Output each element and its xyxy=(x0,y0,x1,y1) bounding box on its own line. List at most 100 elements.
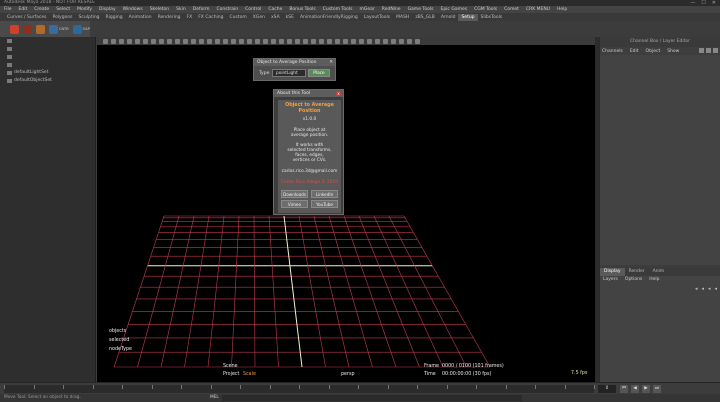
channel-box-menu-show[interactable]: Show xyxy=(667,49,679,54)
shelf-tab-zbs-glb[interactable]: zBS_GLB xyxy=(412,14,438,21)
brush-icon[interactable] xyxy=(23,24,32,34)
oap-icon[interactable] xyxy=(72,24,82,34)
viewport-tool-icon[interactable] xyxy=(383,38,388,44)
viewport-tool-icon[interactable] xyxy=(375,38,380,44)
shelf-tab-animation[interactable]: Animation xyxy=(126,14,155,21)
shelf-tab-layouttools[interactable]: LayoutTools xyxy=(361,14,393,21)
play-forwards-button[interactable]: ▶ xyxy=(642,385,650,393)
viewport[interactable]: objects selected nodeType Scene Project … xyxy=(97,45,595,382)
viewport-tool-icon[interactable] xyxy=(119,38,124,44)
viewport-tool-icon[interactable] xyxy=(151,38,156,44)
layer-menu-options[interactable]: Options xyxy=(625,276,642,284)
menu-epic-games[interactable]: Epic Games xyxy=(440,7,467,12)
viewport-tool-icon[interactable] xyxy=(367,38,372,44)
menu-create[interactable]: Create xyxy=(34,7,49,12)
shelf-tab-animationfriendlyrigging[interactable]: AnimationFriendlyRigging xyxy=(297,14,361,21)
menu-crk-menu[interactable]: CRK MENU xyxy=(526,7,550,12)
shelf-tab-mash[interactable]: MASH xyxy=(393,14,412,21)
menu-file[interactable]: File xyxy=(4,7,12,12)
command-line-input[interactable] xyxy=(222,395,522,401)
channel-box-menu-object[interactable]: Object xyxy=(646,49,661,54)
menu-cgm-tools[interactable]: CGM Tools xyxy=(474,7,497,12)
layer-down-icon[interactable]: ◂ xyxy=(701,286,704,292)
go-to-start-button[interactable]: ⏮ xyxy=(620,385,628,393)
viewport-tool-icon[interactable] xyxy=(407,38,412,44)
viewport-tool-icon[interactable] xyxy=(399,38,404,44)
shelf-tab-curves-surfaces[interactable]: Curves / Surfaces xyxy=(4,14,50,21)
menu-custom-tools[interactable]: Custom Tools xyxy=(323,7,353,12)
about-close-icon[interactable]: x xyxy=(336,91,341,96)
toggle-icon[interactable] xyxy=(706,48,711,53)
viewport-tool-icon[interactable] xyxy=(167,38,172,44)
viewport-tool-icon[interactable] xyxy=(199,38,204,44)
channel-box-menu-channels[interactable]: Channels xyxy=(602,49,623,54)
center-icon[interactable] xyxy=(49,24,58,34)
viewport-tool-icon[interactable] xyxy=(415,38,420,44)
layer-menu-help[interactable]: Help xyxy=(649,276,659,284)
menu-constrain[interactable]: Constrain xyxy=(216,7,238,12)
outliner-row-default-light-set[interactable]: defaultLightSet xyxy=(0,69,95,77)
outliner-row-4[interactable] xyxy=(0,61,95,69)
linkedin-button[interactable]: LinkedIn xyxy=(311,190,338,198)
viewport-tool-icon[interactable] xyxy=(263,38,268,44)
shelf-tab-fx-caching[interactable]: FX Caching xyxy=(195,14,226,21)
current-frame-field[interactable]: 0 xyxy=(598,385,616,393)
menu-bonus-tools[interactable]: Bonus Tools xyxy=(289,7,315,12)
viewport-tool-icon[interactable] xyxy=(391,38,396,44)
viewport-tool-icon[interactable] xyxy=(327,38,332,44)
viewport-tool-icon[interactable] xyxy=(247,38,252,44)
toggle-icon[interactable] xyxy=(713,48,718,53)
play-backwards-button[interactable]: ◀ xyxy=(631,385,639,393)
about-email[interactable]: carlos.rico.3d@gmail.com xyxy=(278,169,341,174)
shelf-tab-sculpting[interactable]: Sculpting xyxy=(76,14,103,21)
viewport-tool-icon[interactable] xyxy=(279,38,284,44)
menu-control[interactable]: Control xyxy=(245,7,261,12)
viewport-tool-icon[interactable] xyxy=(223,38,228,44)
oap-title-bar[interactable]: Object to Average Position ✕ xyxy=(254,59,335,66)
viewport-tool-icon[interactable] xyxy=(215,38,220,44)
about-title-bar[interactable]: About this Tool x xyxy=(274,90,343,97)
time-slider-track[interactable] xyxy=(4,385,595,393)
menu-help[interactable]: Help xyxy=(557,7,567,12)
oap-close-icon[interactable]: ✕ xyxy=(329,59,333,66)
outliner-row-1[interactable] xyxy=(0,37,95,45)
menu-skeleton[interactable]: Skeleton xyxy=(150,7,169,12)
tomato-icon[interactable] xyxy=(10,24,19,34)
outliner-row-3[interactable] xyxy=(0,53,95,61)
shelf-tab-xsa[interactable]: xSA xyxy=(268,14,283,21)
outliner-row-2[interactable] xyxy=(0,45,95,53)
menu-cache[interactable]: Cache xyxy=(268,7,282,12)
menu-edit[interactable]: Edit xyxy=(19,7,28,12)
viewport-tool-icon[interactable] xyxy=(343,38,348,44)
shelf-tab-rendering[interactable]: Rendering xyxy=(155,14,184,21)
menu-modify[interactable]: Modify xyxy=(77,7,92,12)
go-to-end-button[interactable]: ⏭ xyxy=(653,385,661,393)
shelf-tab-rigging[interactable]: Rigging xyxy=(103,14,126,21)
viewport-tool-icon[interactable] xyxy=(239,38,244,44)
viewport-tool-icon[interactable] xyxy=(311,38,316,44)
viewport-tool-icon[interactable] xyxy=(271,38,276,44)
viewport-tool-icon[interactable] xyxy=(103,38,108,44)
channel-box-menu-edit[interactable]: Edit xyxy=(630,49,639,54)
shelf-tab-polygons[interactable]: Polygons xyxy=(50,14,76,21)
shelf-tab-setup[interactable]: Setup xyxy=(458,13,478,21)
viewport-tool-icon[interactable] xyxy=(231,38,236,44)
menu-windows[interactable]: Windows xyxy=(123,7,143,12)
viewport-tool-icon[interactable] xyxy=(111,38,116,44)
viewport-tool-icon[interactable] xyxy=(295,38,300,44)
viewport-tool-icon[interactable] xyxy=(351,38,356,44)
toggle-icon[interactable] xyxy=(699,48,704,53)
oap-type-dropdown[interactable]: pointLight xyxy=(272,69,306,77)
shelf-tab-xgen[interactable]: XGen xyxy=(250,14,268,21)
shelf-tab-slibstools[interactable]: SlibsTools xyxy=(478,14,506,21)
viewport-tool-icon[interactable] xyxy=(159,38,164,44)
viewport-tool-icon[interactable] xyxy=(175,38,180,44)
shelf-tab-arnold[interactable]: Arnold xyxy=(438,14,459,21)
viewport-tool-icon[interactable] xyxy=(319,38,324,44)
menu-comet[interactable]: Comet xyxy=(504,7,519,12)
menu-game-tools[interactable]: Game Tools xyxy=(408,7,434,12)
menu-skin[interactable]: Skin xyxy=(176,7,186,12)
viewport-tool-icon[interactable] xyxy=(335,38,340,44)
shelf-tab-kse[interactable]: kSE xyxy=(283,14,297,21)
oap-place-button[interactable]: Place xyxy=(308,69,330,77)
